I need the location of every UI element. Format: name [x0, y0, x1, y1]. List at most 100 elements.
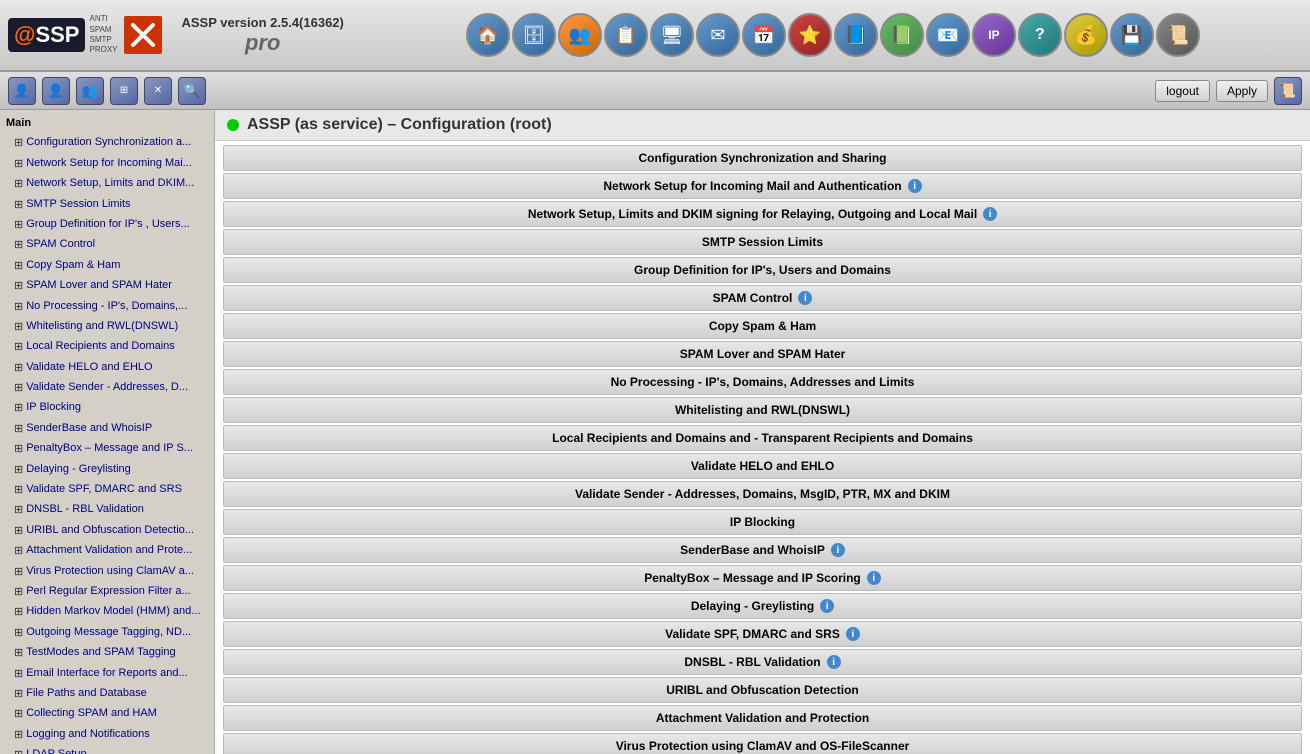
- config-item-1[interactable]: Network Setup for Incoming Mail and Auth…: [223, 173, 1302, 199]
- info-icon-17[interactable]: i: [846, 627, 860, 641]
- sidebar-item-1[interactable]: ⊞Configuration Synchronization a...: [0, 133, 214, 153]
- config-item-14[interactable]: SenderBase and WhoisIPi: [223, 537, 1302, 563]
- sidebar-item-14[interactable]: ⊞IP Blocking: [0, 398, 214, 418]
- config-item-7[interactable]: SPAM Lover and SPAM Hater: [223, 341, 1302, 367]
- star-button[interactable]: ⭐: [788, 13, 832, 57]
- sidebar-item-21[interactable]: ⊞Attachment Validation and Prote...: [0, 541, 214, 561]
- mail-button[interactable]: ✉: [696, 13, 740, 57]
- sidebar-item-6[interactable]: ⊞SPAM Control: [0, 235, 214, 255]
- version-area: ASSP version 2.5.4(16362) pro: [182, 15, 344, 56]
- help-button[interactable]: ?: [1018, 13, 1062, 57]
- home-button[interactable]: 🏠: [466, 13, 510, 57]
- config-item-13[interactable]: IP Blocking: [223, 509, 1302, 535]
- sidebar-item-30[interactable]: ⊞Logging and Notifications: [0, 725, 214, 745]
- book2-button[interactable]: 📗: [880, 13, 924, 57]
- ip-button[interactable]: IP: [972, 13, 1016, 57]
- save-button[interactable]: 💾: [1110, 13, 1154, 57]
- sidebar-item-22[interactable]: ⊞Virus Protection using ClamAV a...: [0, 562, 214, 582]
- sidebar-item-13[interactable]: ⊞Validate Sender - Addresses, D...: [0, 378, 214, 398]
- sidebar-item-17[interactable]: ⊞Delaying - Greylisting: [0, 460, 214, 480]
- history-button[interactable]: 📜: [1274, 77, 1302, 105]
- calendar-button[interactable]: 📅: [742, 13, 786, 57]
- sidebar-item-11[interactable]: ⊞Local Recipients and Domains: [0, 337, 214, 357]
- sidebar-item-10[interactable]: ⊞Whitelisting and RWL(DNSWL): [0, 317, 214, 337]
- group-button[interactable]: 👥: [76, 77, 104, 105]
- config-item-10[interactable]: Local Recipients and Domains and - Trans…: [223, 425, 1302, 451]
- config-item-label-17: Validate SPF, DMARC and SRS: [665, 627, 840, 641]
- apply-button[interactable]: Apply: [1216, 80, 1268, 102]
- sidebar-item-label-7: Copy Spam & Ham: [26, 258, 120, 273]
- sidebar-item-8[interactable]: ⊞SPAM Lover and SPAM Hater: [0, 276, 214, 296]
- sidebar-item-label-10: Whitelisting and RWL(DNSWL): [26, 319, 178, 334]
- config-item-8[interactable]: No Processing - IP's, Domains, Addresses…: [223, 369, 1302, 395]
- config-item-3[interactable]: SMTP Session Limits: [223, 229, 1302, 255]
- config-item-16[interactable]: Delaying - Greylistingi: [223, 593, 1302, 619]
- book-button[interactable]: 📘: [834, 13, 878, 57]
- sidebar-item-4[interactable]: ⊞SMTP Session Limits: [0, 195, 214, 215]
- sidebar-item-9[interactable]: ⊞No Processing - IP's, Domains,...: [0, 297, 214, 317]
- search-button[interactable]: 🔍: [178, 77, 206, 105]
- info-icon-5[interactable]: i: [798, 291, 812, 305]
- header: @ SSP ANTISPAMSMTPPROXY ASSP version 2.5…: [0, 0, 1310, 72]
- sidebar-item-5[interactable]: ⊞Group Definition for IP's , Users...: [0, 215, 214, 235]
- sidebar-item-19[interactable]: ⊞DNSBL - RBL Validation: [0, 500, 214, 520]
- sidebar-item-15[interactable]: ⊞SenderBase and WhoisIP: [0, 419, 214, 439]
- sidebar-item-0[interactable]: Main: [0, 114, 214, 133]
- config-item-20[interactable]: Attachment Validation and Protection: [223, 705, 1302, 731]
- config-item-4[interactable]: Group Definition for IP's, Users and Dom…: [223, 257, 1302, 283]
- person1-button[interactable]: 👤: [8, 77, 36, 105]
- sidebar-item-label-31: LDAP Setup: [26, 747, 86, 754]
- info-icon-15[interactable]: i: [867, 571, 881, 585]
- config-item-19[interactable]: URIBL and Obfuscation Detection: [223, 677, 1302, 703]
- donate-button[interactable]: 💰: [1064, 13, 1108, 57]
- sidebar-item-23[interactable]: ⊞Perl Regular Expression Filter a...: [0, 582, 214, 602]
- config-item-12[interactable]: Validate Sender - Addresses, Domains, Ms…: [223, 481, 1302, 507]
- info-icon-1[interactable]: i: [908, 179, 922, 193]
- sidebar-item-26[interactable]: ⊞TestModes and SPAM Tagging: [0, 643, 214, 663]
- sidebar-item-29[interactable]: ⊞Collecting SPAM and HAM: [0, 704, 214, 724]
- expand-button[interactable]: ⊞: [110, 77, 138, 105]
- sidebar-item-label-18: Validate SPF, DMARC and SRS: [26, 482, 182, 497]
- person2-button[interactable]: 👤: [42, 77, 70, 105]
- config-item-label-13: IP Blocking: [730, 515, 795, 529]
- logo-envelope-icon: [124, 16, 162, 54]
- info-icon-16[interactable]: i: [820, 599, 834, 613]
- sidebar-item-25[interactable]: ⊞Outgoing Message Tagging, ND...: [0, 623, 214, 643]
- info-icon-14[interactable]: i: [831, 543, 845, 557]
- sidebar-item-28[interactable]: ⊞File Paths and Database: [0, 684, 214, 704]
- config-item-0[interactable]: Configuration Synchronization and Sharin…: [223, 145, 1302, 171]
- config-item-15[interactable]: PenaltyBox – Message and IP Scoringi: [223, 565, 1302, 591]
- config-item-2[interactable]: Network Setup, Limits and DKIM signing f…: [223, 201, 1302, 227]
- config-item-6[interactable]: Copy Spam & Ham: [223, 313, 1302, 339]
- sidebar-item-20[interactable]: ⊞URIBL and Obfuscation Detectio...: [0, 521, 214, 541]
- sidebar-item-label-11: Local Recipients and Domains: [26, 339, 175, 354]
- config-item-11[interactable]: Validate HELO and EHLO: [223, 453, 1302, 479]
- users-button[interactable]: 👥: [558, 13, 602, 57]
- sidebar-item-2[interactable]: ⊞Network Setup for Incoming Mai...: [0, 154, 214, 174]
- sidebar-item-31[interactable]: ⊞LDAP Setup: [0, 745, 214, 754]
- log-button[interactable]: 📋: [604, 13, 648, 57]
- sidebar-item-label-8: SPAM Lover and SPAM Hater: [26, 278, 172, 293]
- collapse-button[interactable]: ✕: [144, 77, 172, 105]
- database-button[interactable]: 🗄: [512, 13, 556, 57]
- sidebar-item-7[interactable]: ⊞Copy Spam & Ham: [0, 256, 214, 276]
- info-icon-18[interactable]: i: [827, 655, 841, 669]
- sidebar-item-16[interactable]: ⊞PenaltyBox – Message and IP S...: [0, 439, 214, 459]
- config-item-17[interactable]: Validate SPF, DMARC and SRS i: [223, 621, 1302, 647]
- sidebar-item-18[interactable]: ⊞Validate SPF, DMARC and SRS: [0, 480, 214, 500]
- history-toolbar-button[interactable]: 📜: [1156, 13, 1200, 57]
- sidebar-item-3[interactable]: ⊞Network Setup, Limits and DKIM...: [0, 174, 214, 194]
- sidebar-item-24[interactable]: ⊞Hidden Markov Model (HMM) and...: [0, 602, 214, 622]
- config-item-9[interactable]: Whitelisting and RWL(DNSWL): [223, 397, 1302, 423]
- sidebar-item-27[interactable]: ⊞Email Interface for Reports and...: [0, 664, 214, 684]
- sidebar-item-label-6: SPAM Control: [26, 237, 95, 252]
- config-item-21[interactable]: Virus Protection using ClamAV and OS-Fil…: [223, 733, 1302, 754]
- sidebar-item-label-13: Validate Sender - Addresses, D...: [26, 380, 188, 395]
- logout-button[interactable]: logout: [1155, 80, 1210, 102]
- config-item-18[interactable]: DNSBL - RBL Validationi: [223, 649, 1302, 675]
- sidebar-item-12[interactable]: ⊞Validate HELO and EHLO: [0, 358, 214, 378]
- config-item-5[interactable]: SPAM Controli: [223, 285, 1302, 311]
- info-icon-2[interactable]: i: [983, 207, 997, 221]
- mail2-button[interactable]: 📧: [926, 13, 970, 57]
- monitor-button[interactable]: 🖥: [650, 13, 694, 57]
